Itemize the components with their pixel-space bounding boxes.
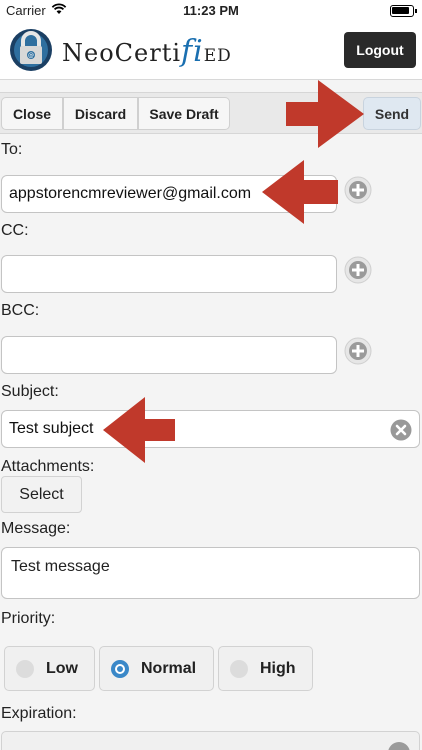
priority-high-label: High <box>260 660 296 677</box>
bcc-label: BCC: <box>1 302 40 319</box>
brand-logo-text: NeoCertified <box>62 34 232 69</box>
attachments-label: Attachments: <box>1 458 95 475</box>
clear-subject-icon[interactable] <box>390 419 412 441</box>
priority-high-option[interactable]: High <box>218 646 313 691</box>
cc-field[interactable] <box>1 255 337 293</box>
red-arrow-annotation <box>262 160 338 224</box>
svg-text:@: @ <box>28 52 34 59</box>
app-header: @ NeoCertified Logout <box>0 22 422 80</box>
priority-normal-option[interactable]: Normal <box>99 646 214 691</box>
red-arrow-annotation <box>103 397 175 463</box>
battery-icon <box>390 5 417 17</box>
bcc-field[interactable] <box>1 336 337 374</box>
radio-icon <box>16 660 34 678</box>
add-recipient-cc-icon[interactable] <box>344 256 372 284</box>
cc-label: CC: <box>1 222 29 239</box>
subject-label: Subject: <box>1 383 59 400</box>
expiration-select[interactable] <box>1 731 420 750</box>
status-bar: Carrier 11:23 PM <box>0 0 422 22</box>
brand-text-fi: fi <box>181 34 204 69</box>
red-arrow-annotation <box>286 80 364 148</box>
logout-button[interactable]: Logout <box>344 32 416 68</box>
priority-normal-label: Normal <box>141 660 197 677</box>
add-recipient-bcc-icon[interactable] <box>344 337 372 365</box>
to-label: To: <box>1 141 23 158</box>
save-draft-button[interactable]: Save Draft <box>138 97 230 130</box>
send-button[interactable]: Send <box>363 97 421 130</box>
priority-low-label: Low <box>46 660 78 677</box>
discard-button[interactable]: Discard <box>63 97 138 130</box>
close-button[interactable]: Close <box>1 97 63 130</box>
expiration-label: Expiration: <box>1 705 77 722</box>
padlock-logo-icon: @ <box>10 29 52 71</box>
clock-time: 11:23 PM <box>183 3 239 18</box>
priority-low-option[interactable]: Low <box>4 646 95 691</box>
brand-text-part1: NeoCerti <box>62 39 182 67</box>
brand-text-part2: ed <box>203 39 232 67</box>
radio-icon <box>230 660 248 678</box>
priority-label: Priority: <box>1 610 56 627</box>
message-label: Message: <box>1 520 71 537</box>
select-attachment-button[interactable]: Select <box>1 476 82 513</box>
dropdown-circle-icon <box>388 742 410 750</box>
message-textarea[interactable]: Test message <box>1 547 420 599</box>
add-recipient-to-icon[interactable] <box>344 176 372 204</box>
radio-selected-icon <box>111 660 129 678</box>
subject-field[interactable]: Test subject <box>1 410 420 448</box>
